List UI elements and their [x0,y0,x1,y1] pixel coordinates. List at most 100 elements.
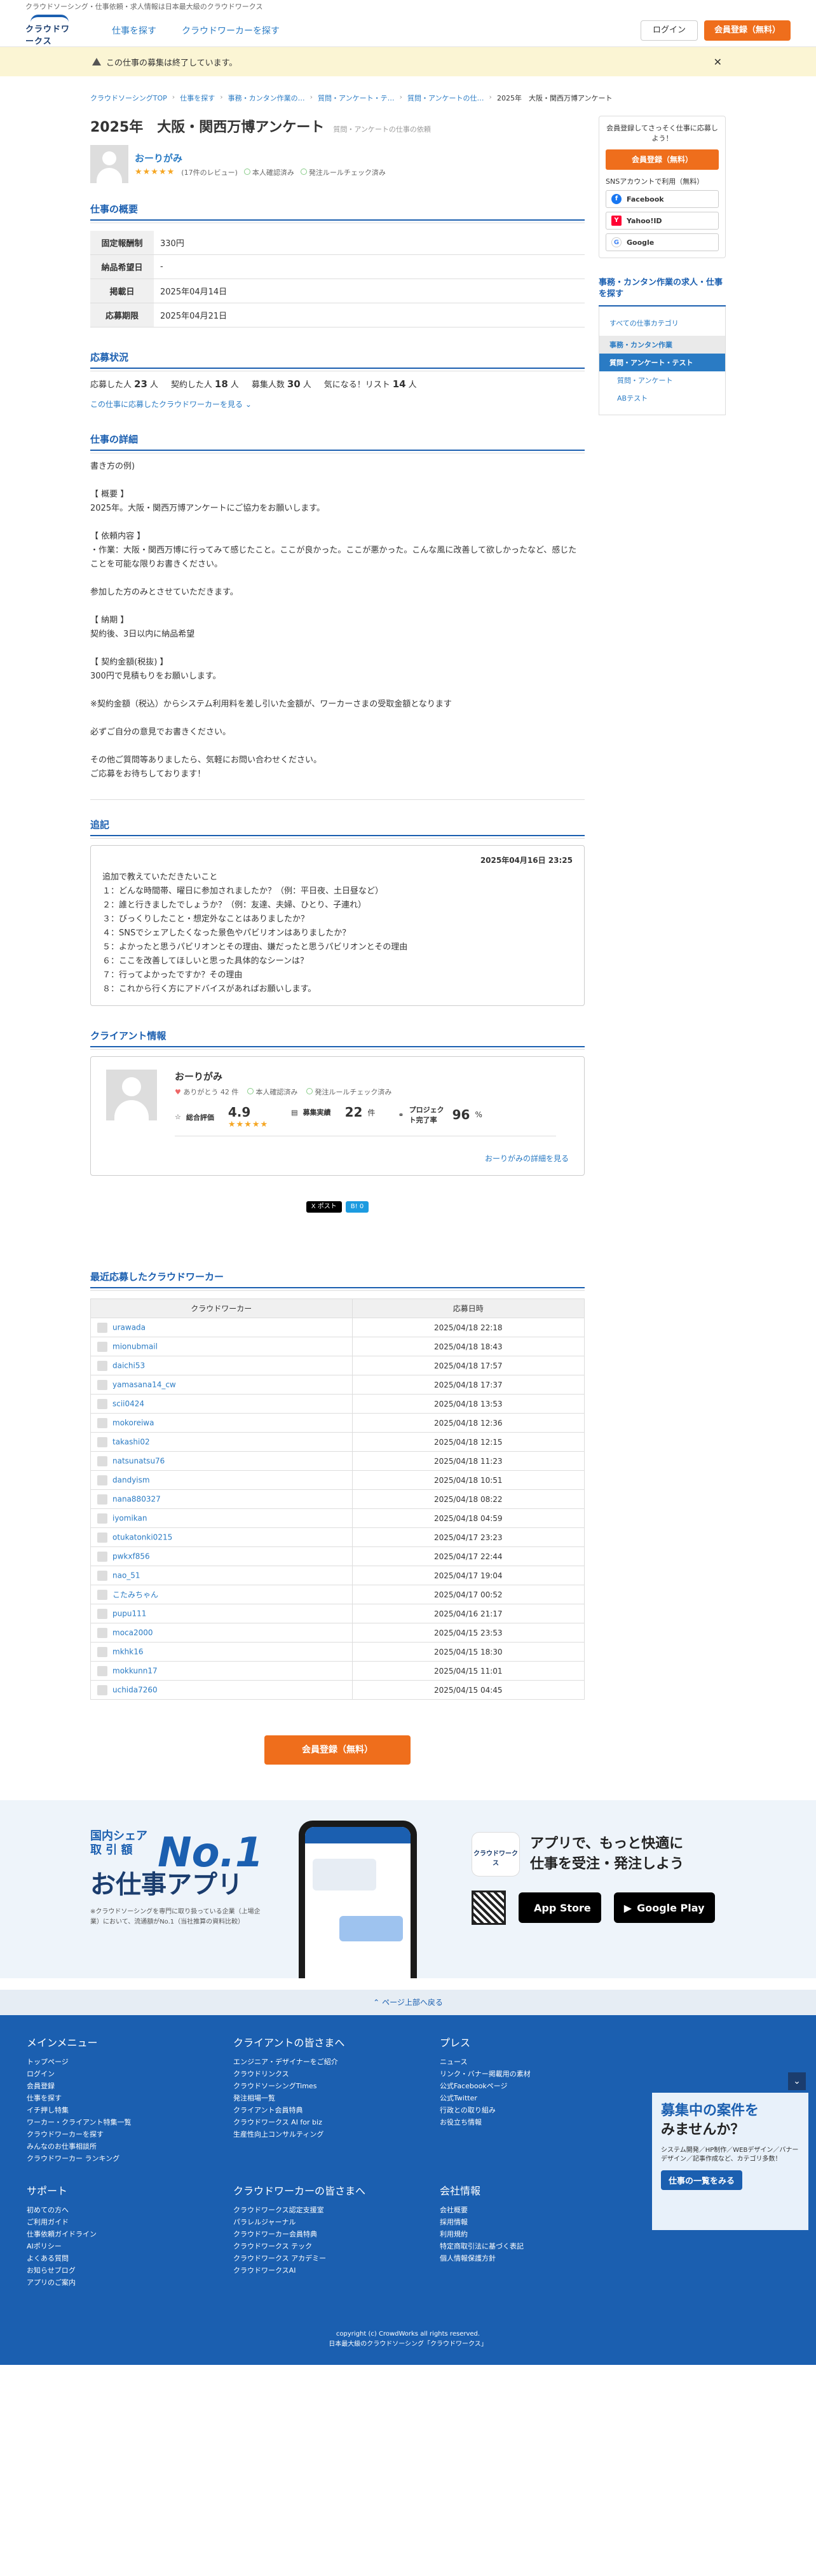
worker-avatar[interactable] [97,1665,107,1676]
worker-name-link[interactable]: uchida7260 [112,1685,158,1694]
yahoo-login-button[interactable]: Y Yahoo!ID [606,212,719,230]
worker-name-link[interactable]: yamasana14_cw [112,1380,176,1389]
signup-button[interactable]: 会員登録（無料） [704,20,791,41]
footer-link[interactable]: トップページ [27,2056,233,2068]
footer-link[interactable]: パラレルジャーナル [233,2216,440,2228]
client-name-link[interactable]: おーりがみ [135,153,182,164]
worker-avatar[interactable] [97,1627,107,1638]
worker-name-link[interactable]: otukatonki0215 [112,1533,172,1541]
footer-link[interactable]: 利用規約 [440,2228,646,2240]
worker-name-link[interactable]: moca2000 [112,1628,153,1637]
footer-link[interactable]: クラウドワークスAI [233,2264,440,2276]
footer-link[interactable]: よくある質問 [27,2252,233,2264]
sidebar-signup-button[interactable]: 会員登録（無料） [606,149,719,170]
footer-link[interactable]: 初めての方へ [27,2204,233,2216]
footer-link[interactable]: クライアント会員特典 [233,2104,440,2116]
cta-signup-button[interactable]: 会員登録（無料） [264,1735,411,1765]
footer-link[interactable]: クラウドワーカー ランキング [27,2152,233,2165]
worker-name-link[interactable]: scii0424 [112,1399,144,1408]
footer-link[interactable]: 生産性向上コンサルティング [233,2128,440,2140]
footer-link[interactable]: クラウドワークス アカデミー [233,2252,440,2264]
worker-name-link[interactable]: nana880327 [112,1494,161,1503]
footer-link[interactable]: 仕事依頼ガイドライン [27,2228,233,2240]
footer-link[interactable]: リンク・バナー掲載用の素材 [440,2068,646,2080]
ad-job-list-button[interactable]: 仕事の一覧をみる [661,2170,743,2190]
breadcrumb-item[interactable]: 質問・アンケート・テ… [318,93,395,103]
avatar[interactable] [90,145,128,183]
worker-avatar[interactable] [97,1456,107,1466]
worker-avatar[interactable] [97,1684,107,1695]
app-store-button[interactable]: App Store [519,1892,601,1923]
worker-name-link[interactable]: urawada [112,1323,146,1332]
footer-link[interactable]: エンジニア・デザイナーをご紹介 [233,2056,440,2068]
footer-link[interactable]: 採用情報 [440,2216,646,2228]
category-l3[interactable]: 質問・アンケート [599,371,725,389]
breadcrumb-item[interactable]: 事務・カンタン作業の… [228,93,305,103]
category-l2-selected[interactable]: 質問・アンケート・テスト [599,354,725,371]
nav-find-jobs[interactable]: 仕事を探す [112,24,156,37]
category-all[interactable]: すべての仕事カテゴリ [599,314,725,332]
footer-link[interactable]: クラウドワークス認定支援室 [233,2204,440,2216]
footer-link[interactable]: ログイン [27,2068,233,2080]
footer-link[interactable]: 会員登録 [27,2080,233,2092]
chevron-down-icon[interactable]: ⌄ [788,2072,806,2090]
worker-name-link[interactable]: dandyism [112,1475,150,1484]
footer-link[interactable]: ニュース [440,2056,646,2068]
logo[interactable]: クラウドワークス [25,14,74,46]
x-post-button[interactable]: X ポスト [306,1201,342,1213]
worker-avatar[interactable] [97,1436,107,1447]
worker-avatar[interactable] [97,1646,107,1657]
worker-name-link[interactable]: pwkxf856 [112,1552,150,1560]
worker-name-link[interactable]: takashi02 [112,1437,150,1446]
worker-avatar[interactable] [97,1417,107,1428]
footer-link[interactable]: クラウドワークス テック [233,2240,440,2252]
footer-link[interactable]: クラウドリンクス [233,2068,440,2080]
worker-name-link[interactable]: mokoreiwa [112,1418,154,1427]
worker-avatar[interactable] [97,1398,107,1409]
worker-avatar[interactable] [97,1360,107,1371]
footer-link[interactable]: お役立ち情報 [440,2116,646,2128]
worker-name-link[interactable]: iyomikan [112,1513,147,1522]
footer-link[interactable]: クラウドワーカー会員特典 [233,2228,440,2240]
footer-link[interactable]: AIポリシー [27,2240,233,2252]
worker-avatar[interactable] [97,1494,107,1505]
worker-avatar[interactable] [97,1475,107,1485]
footer-link[interactable]: 行政との取り組み [440,2104,646,2116]
footer-link[interactable]: クラウドワーカーを探す [27,2128,233,2140]
view-applicants-link[interactable]: この仕事に応募したクラウドワーカーを見る ⌄ [90,400,252,409]
footer-link[interactable]: お知らせブログ [27,2264,233,2276]
worker-avatar[interactable] [97,1608,107,1619]
footer-link[interactable]: 個人情報保護方針 [440,2252,646,2264]
worker-avatar[interactable] [97,1551,107,1562]
hatena-bookmark-button[interactable]: B! 0 [345,1201,369,1213]
footer-link[interactable]: 仕事を探す [27,2092,233,2104]
footer-link[interactable]: 会社概要 [440,2204,646,2216]
footer-link[interactable]: みんなのお仕事相談所 [27,2140,233,2152]
worker-name-link[interactable]: mokkunn17 [112,1666,158,1675]
worker-name-link[interactable]: mionubmail [112,1342,158,1351]
client-info-name[interactable]: おーりがみ [175,1070,556,1083]
worker-avatar[interactable] [97,1590,107,1601]
avatar[interactable] [106,1070,157,1120]
job-list-ad[interactable]: ⌄ 募集中の案件を みませんか？ システム開発／HP制作／WEBデザイン／バナーデ… [651,2072,810,2231]
footer-link[interactable]: ご利用ガイド [27,2216,233,2228]
footer-link[interactable]: ワーカー・クライアント特集一覧 [27,2116,233,2128]
worker-name-link[interactable]: mkhk16 [112,1647,143,1656]
worker-avatar[interactable] [97,1379,107,1390]
breadcrumb-item[interactable]: クラウドソーシングTOP [90,93,167,103]
google-login-button[interactable]: G Google [606,233,719,251]
footer-link[interactable]: クラウドワークス AI for biz [233,2116,440,2128]
login-button[interactable]: ログイン [640,20,698,41]
category-l1[interactable]: 事務・カンタン作業 [599,336,725,354]
worker-avatar[interactable] [97,1341,107,1352]
worker-avatar[interactable] [97,1570,107,1581]
worker-name-link[interactable]: nao_51 [112,1571,140,1580]
category-l3[interactable]: ABテスト [599,389,725,407]
worker-name-link[interactable]: daichi53 [112,1361,145,1370]
breadcrumb-item[interactable]: 質問・アンケートの仕… [407,93,484,103]
worker-name-link[interactable]: こたみちゃん [112,1590,158,1599]
footer-link[interactable]: 公式Facebookページ [440,2080,646,2092]
footer-link[interactable]: 特定商取引法に基づく表記 [440,2240,646,2252]
footer-link[interactable]: クラウドソーシングTimes [233,2080,440,2092]
breadcrumb-item[interactable]: 仕事を探す [180,93,215,103]
